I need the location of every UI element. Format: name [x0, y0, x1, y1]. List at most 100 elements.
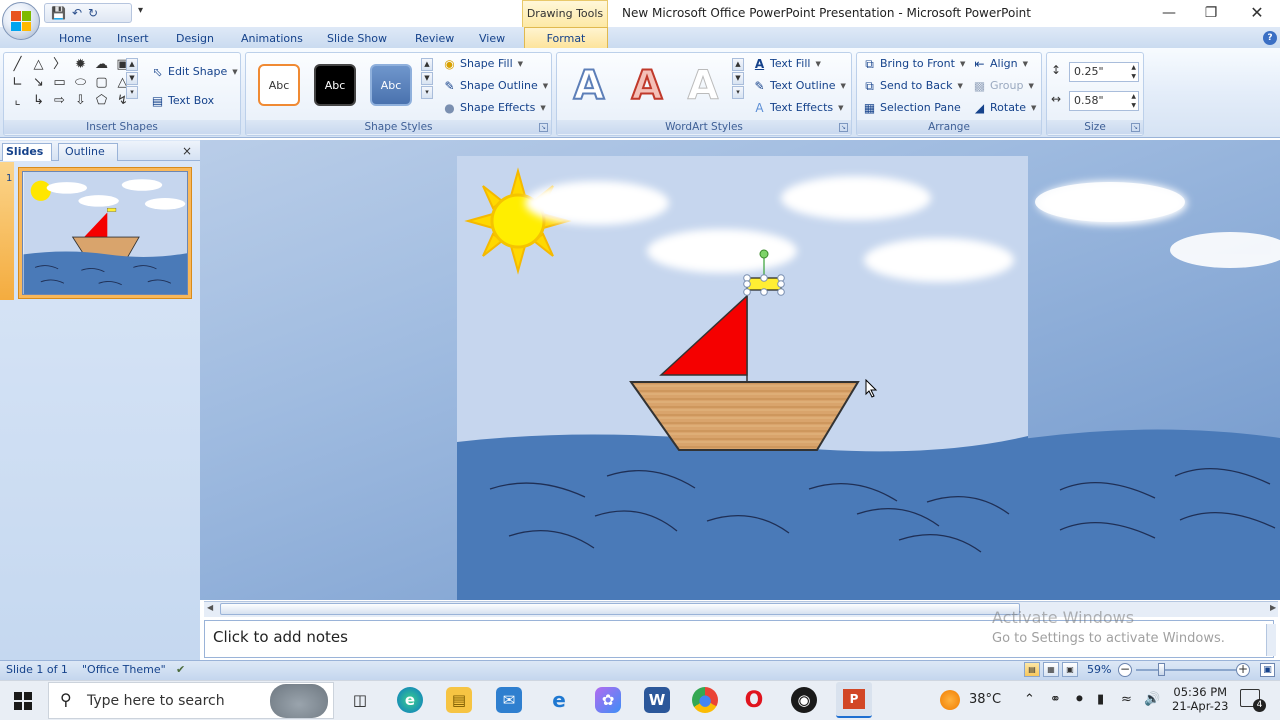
normal-view-icon[interactable]: ▤ — [1024, 662, 1040, 677]
tab-review[interactable]: Review — [415, 29, 454, 48]
save-icon[interactable]: 💾 — [51, 6, 66, 20]
shape-fill-button[interactable]: ◉ Shape Fill ▼ — [442, 55, 523, 73]
edge-browser-icon[interactable]: e — [397, 687, 423, 713]
slide-thumbnail[interactable] — [18, 167, 192, 299]
redo-icon[interactable]: ↻ — [88, 6, 98, 20]
tab-outline[interactable]: Outline — [58, 143, 118, 161]
spinner-icon[interactable]: ▲ ▼ — [1131, 92, 1136, 110]
customize-toolbar-icon[interactable]: ▾ — [138, 5, 143, 16]
sea-shape[interactable] — [457, 434, 1028, 585]
notes-placeholder[interactable]: Click to add notes — [213, 628, 348, 646]
style-swatch-blue[interactable]: Abc — [370, 64, 412, 106]
task-view-icon[interactable]: ◫ — [347, 687, 373, 713]
undo-icon[interactable]: ↶ — [72, 6, 82, 20]
size-launcher-icon[interactable]: ↘ — [1131, 123, 1140, 132]
powerpoint-taskbar-button[interactable]: P — [836, 682, 872, 718]
wifi-icon[interactable]: ≈ — [1121, 692, 1132, 707]
slideshow-view-icon[interactable]: ▣ — [1062, 662, 1078, 677]
shape-styles-launcher-icon[interactable]: ↘ — [539, 123, 548, 132]
bring-to-front-button[interactable]: ⧉ Bring to Front ▼ — [862, 55, 965, 73]
spell-check-icon[interactable]: ✔ — [176, 663, 185, 676]
zoom-slider[interactable] — [1136, 669, 1236, 671]
help-icon[interactable]: ? — [1263, 31, 1277, 45]
minimize-icon[interactable]: — — [1158, 3, 1180, 23]
text-outline-button[interactable]: ✎ Text Outline ▼ — [752, 77, 845, 95]
tab-insert[interactable]: Insert — [117, 29, 149, 48]
arrow-line-icon[interactable]: ↘ — [29, 75, 48, 91]
text-box-button[interactable]: ▤ Text Box — [150, 92, 214, 110]
align-button[interactable]: ⇤ Align ▼ — [972, 55, 1028, 73]
battery-icon[interactable]: ▮ — [1097, 692, 1104, 707]
pentagon-icon[interactable]: ⬠ — [92, 93, 111, 109]
group-button[interactable]: ▩ Group ▼ — [972, 77, 1034, 95]
tab-slide-show[interactable]: Slide Show — [327, 29, 387, 48]
scroll-right-icon[interactable]: ▶ — [1270, 603, 1276, 612]
rectangle-icon[interactable]: ▭ — [50, 75, 69, 91]
wordart-style-plain[interactable]: A — [678, 58, 728, 114]
shapes-gallery[interactable]: ╱ △ 〉 ✹ ☁ ▣ ∟ ↘ ▭ ⬭ ▢ △ ⌞ ↳ ⇨ ⇩ ⬠ ↯ — [8, 57, 130, 109]
rotate-button[interactable]: ◢ Rotate ▼ — [972, 99, 1037, 117]
tab-view[interactable]: View — [479, 29, 505, 48]
internet-explorer-icon[interactable]: e — [546, 687, 572, 713]
word-icon[interactable]: W — [644, 687, 670, 713]
shape-width-input[interactable]: 0.58" ▲ ▼ — [1069, 91, 1139, 111]
tab-design[interactable]: Design — [176, 29, 214, 48]
close-icon[interactable]: ✕ — [1246, 3, 1268, 23]
shape-outline-button[interactable]: ✎ Shape Outline ▼ — [442, 77, 548, 95]
elbow-arrow-icon[interactable]: ↳ — [29, 93, 48, 109]
theme-name[interactable]: "Office Theme" — [82, 663, 166, 676]
office-button[interactable] — [2, 2, 40, 40]
zoom-in-icon[interactable]: + — [1236, 663, 1250, 677]
mail-icon[interactable]: ✉ — [496, 687, 522, 713]
opera-icon[interactable]: O — [741, 687, 767, 713]
tab-slides[interactable]: Slides — [2, 143, 52, 161]
wordart-style-red[interactable]: A — [622, 58, 672, 114]
wordart-scroll[interactable]: ▲ ▼ ▾ — [732, 58, 744, 99]
style-swatch-black[interactable]: Abc — [314, 64, 356, 106]
down-arrow-shape-icon[interactable]: ⇩ — [71, 93, 90, 109]
wordart-style-blue[interactable]: A — [564, 58, 614, 114]
zoom-slider-thumb[interactable] — [1158, 663, 1165, 676]
microphone-icon[interactable]: ⚫ — [1074, 692, 1085, 707]
panel-close-icon[interactable]: × — [182, 144, 192, 158]
send-to-back-button[interactable]: ⧉ Send to Back ▼ — [862, 77, 963, 95]
cloud-shape-icon[interactable]: ☁ — [92, 57, 111, 73]
text-effects-button[interactable]: A Text Effects ▼ — [752, 99, 843, 117]
file-explorer-icon[interactable]: ▤ — [446, 687, 472, 713]
shape-height-input[interactable]: 0.25" ▲ ▼ — [1069, 62, 1139, 82]
search-placeholder[interactable]: Type here to search — [87, 693, 225, 709]
elbow-connector-icon[interactable]: ⌞ — [8, 93, 27, 109]
tab-home[interactable]: Home — [59, 29, 91, 48]
volume-icon[interactable]: 🔊 — [1144, 692, 1160, 707]
taskbar-clock[interactable]: 05:36 PM 21-Apr-23 — [1172, 685, 1228, 713]
zoom-out-icon[interactable]: − — [1118, 663, 1132, 677]
temperature[interactable]: 38°C — [969, 692, 1001, 707]
scrollbar-thumb[interactable] — [220, 603, 1020, 615]
rotation-handle-icon[interactable] — [759, 249, 769, 259]
slide-sorter-icon[interactable]: ▦ — [1043, 662, 1059, 677]
slide-canvas[interactable] — [457, 156, 1187, 585]
text-fill-button[interactable]: A Text Fill ▼ — [752, 55, 821, 73]
app-icon[interactable]: ✿ — [595, 687, 621, 713]
wordart-launcher-icon[interactable]: ↘ — [839, 123, 848, 132]
tray-expand-icon[interactable]: ⌃ — [1024, 692, 1035, 707]
freeform-icon[interactable]: 〉 — [50, 57, 69, 73]
windows-start-icon[interactable] — [14, 692, 32, 710]
notes-scrollbar[interactable] — [1266, 624, 1276, 656]
tab-format[interactable]: Format — [524, 27, 608, 49]
style-swatch-orange-outline[interactable]: Abc — [258, 64, 300, 106]
chrome-icon[interactable]: ● — [692, 687, 718, 713]
right-arrow-shape-icon[interactable]: ⇨ — [50, 93, 69, 109]
fit-slide-icon[interactable]: ▣ — [1260, 663, 1275, 677]
line-icon[interactable]: ╱ — [8, 57, 27, 73]
shape-styles-scroll[interactable]: ▲ ▼ ▾ — [421, 58, 433, 99]
triangle-outline-icon[interactable]: △ — [29, 57, 48, 73]
selection-pane-button[interactable]: ▦ Selection Pane — [862, 99, 961, 117]
spinner-icon[interactable]: ▲ ▼ — [1131, 63, 1136, 81]
obs-icon[interactable]: ◉ — [791, 687, 817, 713]
rounded-rect-icon[interactable]: ▢ — [92, 75, 111, 91]
edit-shape-button[interactable]: ⬁ Edit Shape ▼ — [150, 63, 237, 81]
oval-icon[interactable]: ⬭ — [71, 75, 90, 91]
star-burst-icon[interactable]: ✹ — [71, 57, 90, 73]
shape-effects-button[interactable]: ● Shape Effects ▼ — [442, 99, 545, 117]
